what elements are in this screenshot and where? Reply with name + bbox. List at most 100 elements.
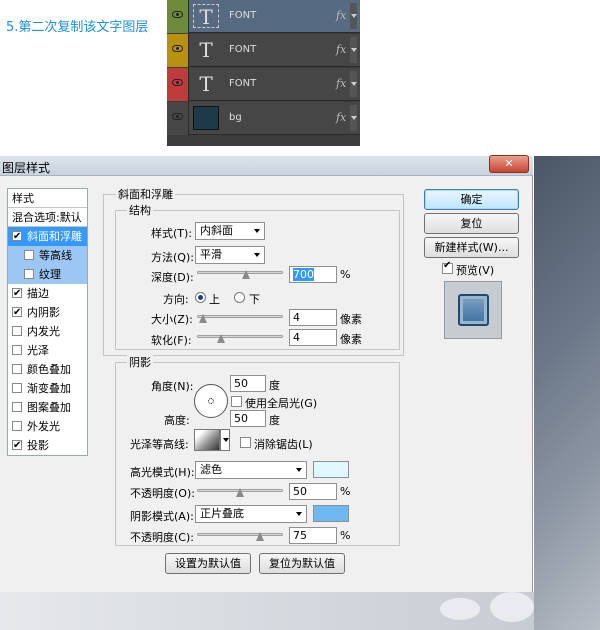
angle-dial[interactable] — [194, 384, 228, 418]
style-item-checkbox[interactable] — [12, 383, 22, 393]
bevel-style-select[interactable]: 内斜面 — [195, 222, 265, 240]
style-item-checkbox[interactable] — [12, 421, 22, 431]
size-label: 大小(Z): — [151, 313, 193, 326]
visibility-eye-icon[interactable] — [167, 0, 188, 33]
style-item-checkbox[interactable] — [12, 364, 22, 374]
style-item-checkbox[interactable] — [12, 227, 22, 246]
style-item[interactable]: 渐变叠加 — [8, 379, 87, 398]
fx-icon[interactable]: fx — [336, 9, 346, 22]
preview-label: 预览(V) — [456, 264, 495, 277]
style-item[interactable]: 内阴影 — [8, 303, 87, 322]
altitude-unit: 度 — [269, 414, 280, 427]
layer-row-font-1[interactable]: T FONT fx — [167, 0, 360, 33]
step-caption: 5.第二次复制该文字图层 — [6, 20, 149, 35]
layer-name: FONT — [229, 78, 257, 89]
style-item[interactable]: 纹理 — [8, 265, 87, 284]
style-item[interactable]: 内发光 — [8, 322, 87, 341]
new-style-button[interactable]: 新建样式(W)... — [424, 237, 519, 258]
style-item[interactable]: 投影 — [8, 436, 87, 455]
shadow-opacity-slider[interactable] — [197, 533, 283, 536]
layer-row-bg[interactable]: bg fx — [167, 102, 360, 135]
size-slider[interactable] — [197, 315, 283, 318]
style-item-checkbox[interactable] — [12, 345, 22, 355]
style-item-checkbox[interactable] — [12, 326, 22, 336]
visibility-eye-icon[interactable] — [167, 102, 188, 135]
soften-input[interactable]: 4 — [289, 329, 337, 346]
depth-label: 深度(D): — [151, 271, 194, 284]
style-item[interactable]: 等高线 — [8, 246, 87, 265]
expand-effects-icon[interactable] — [350, 71, 357, 97]
direction-down-radio[interactable] — [234, 292, 245, 303]
dialog-titlebar[interactable]: 图层样式 ✕ — [0, 155, 533, 176]
global-light-checkbox[interactable] — [231, 396, 242, 407]
shadow-mode-select[interactable]: 正片叠底 — [195, 505, 307, 523]
expand-effects-icon[interactable] — [350, 105, 357, 131]
highlight-mode-select[interactable]: 滤色 — [195, 461, 307, 479]
style-item[interactable]: 图案叠加 — [8, 398, 87, 417]
fx-icon[interactable]: fx — [336, 77, 346, 90]
visibility-eye-icon[interactable] — [167, 34, 188, 67]
blending-options-item[interactable]: 混合选项:默认 — [8, 208, 87, 227]
size-input[interactable]: 4 — [289, 309, 337, 326]
soften-slider-thumb[interactable] — [216, 334, 225, 344]
style-item[interactable]: 外发光 — [8, 417, 87, 436]
size-unit: 像素 — [340, 313, 362, 326]
fx-icon[interactable]: fx — [336, 43, 346, 56]
highlight-opacity-input[interactable]: 50 — [289, 483, 337, 500]
depth-slider-thumb[interactable] — [242, 270, 251, 280]
highlight-opacity-thumb[interactable] — [236, 488, 244, 498]
style-item[interactable]: 斜面和浮雕 — [8, 227, 87, 246]
style-item[interactable]: 光泽 — [8, 341, 87, 360]
style-item-checkbox[interactable] — [12, 402, 22, 412]
structure-title: 结构 — [127, 202, 153, 218]
layer-row-font-2[interactable]: T FONT fx — [167, 34, 360, 67]
preview-checkbox[interactable] — [442, 260, 453, 274]
style-item[interactable]: 颜色叠加 — [8, 360, 87, 379]
direction-up-radio[interactable] — [195, 292, 206, 303]
reset-button[interactable]: 复位 — [424, 213, 519, 234]
style-item-checkbox[interactable] — [12, 436, 22, 455]
size-slider-thumb[interactable] — [199, 314, 208, 324]
make-default-button[interactable]: 设置为默认值 — [165, 553, 251, 574]
angle-input[interactable]: 50 — [230, 375, 266, 392]
shadow-color-swatch[interactable] — [313, 505, 349, 522]
altitude-label: 高度: — [164, 414, 190, 427]
gloss-contour-dropdown[interactable] — [220, 429, 230, 451]
fx-icon[interactable]: fx — [336, 111, 346, 124]
dialog-title: 图层样式 — [2, 161, 51, 175]
style-item-checkbox[interactable] — [12, 284, 22, 303]
soften-slider[interactable] — [197, 335, 283, 338]
style-item-label: 图案叠加 — [27, 401, 71, 414]
reset-default-button[interactable]: 复位为默认值 — [259, 553, 345, 574]
layer-row-font-3[interactable]: T FONT fx — [167, 68, 360, 101]
style-item-label: 内阴影 — [27, 306, 60, 319]
depth-input[interactable]: 700 — [289, 266, 337, 283]
style-item-checkbox[interactable] — [12, 303, 22, 322]
shading-title: 阴影 — [127, 354, 153, 370]
depth-slider[interactable] — [197, 271, 283, 274]
layer-name: bg — [229, 112, 242, 123]
style-item-label: 投影 — [27, 439, 49, 452]
text-layer-thumbnail-icon: T — [199, 38, 213, 62]
close-button[interactable]: ✕ — [489, 155, 529, 173]
anti-aliased-checkbox[interactable] — [240, 437, 251, 448]
text-layer-thumbnail-icon: T — [193, 4, 219, 29]
style-item-checkbox[interactable] — [24, 250, 34, 260]
style-item-checkbox[interactable] — [24, 269, 34, 279]
style-item[interactable]: 描边 — [8, 284, 87, 303]
expand-effects-icon[interactable] — [350, 37, 357, 63]
expand-effects-icon[interactable] — [350, 3, 357, 29]
highlight-color-swatch[interactable] — [313, 461, 349, 478]
shadow-opacity-input[interactable]: 75 — [289, 527, 337, 544]
visibility-eye-icon[interactable] — [167, 68, 188, 101]
shadow-opacity-thumb[interactable] — [255, 532, 264, 542]
highlight-opacity-label: 不透明度(O): — [130, 487, 195, 500]
shadow-mode-label: 阴影模式(A): — [130, 510, 194, 523]
gloss-contour-preview[interactable] — [194, 429, 220, 451]
altitude-input[interactable]: 50 — [230, 410, 266, 427]
method-label: 方法(Q): — [151, 251, 194, 264]
bevel-emboss-title: 斜面和浮雕 — [116, 186, 175, 202]
ok-button[interactable]: 确定 — [424, 189, 519, 210]
technique-select[interactable]: 平滑 — [195, 246, 265, 264]
styles-header[interactable]: 样式 — [8, 189, 87, 208]
